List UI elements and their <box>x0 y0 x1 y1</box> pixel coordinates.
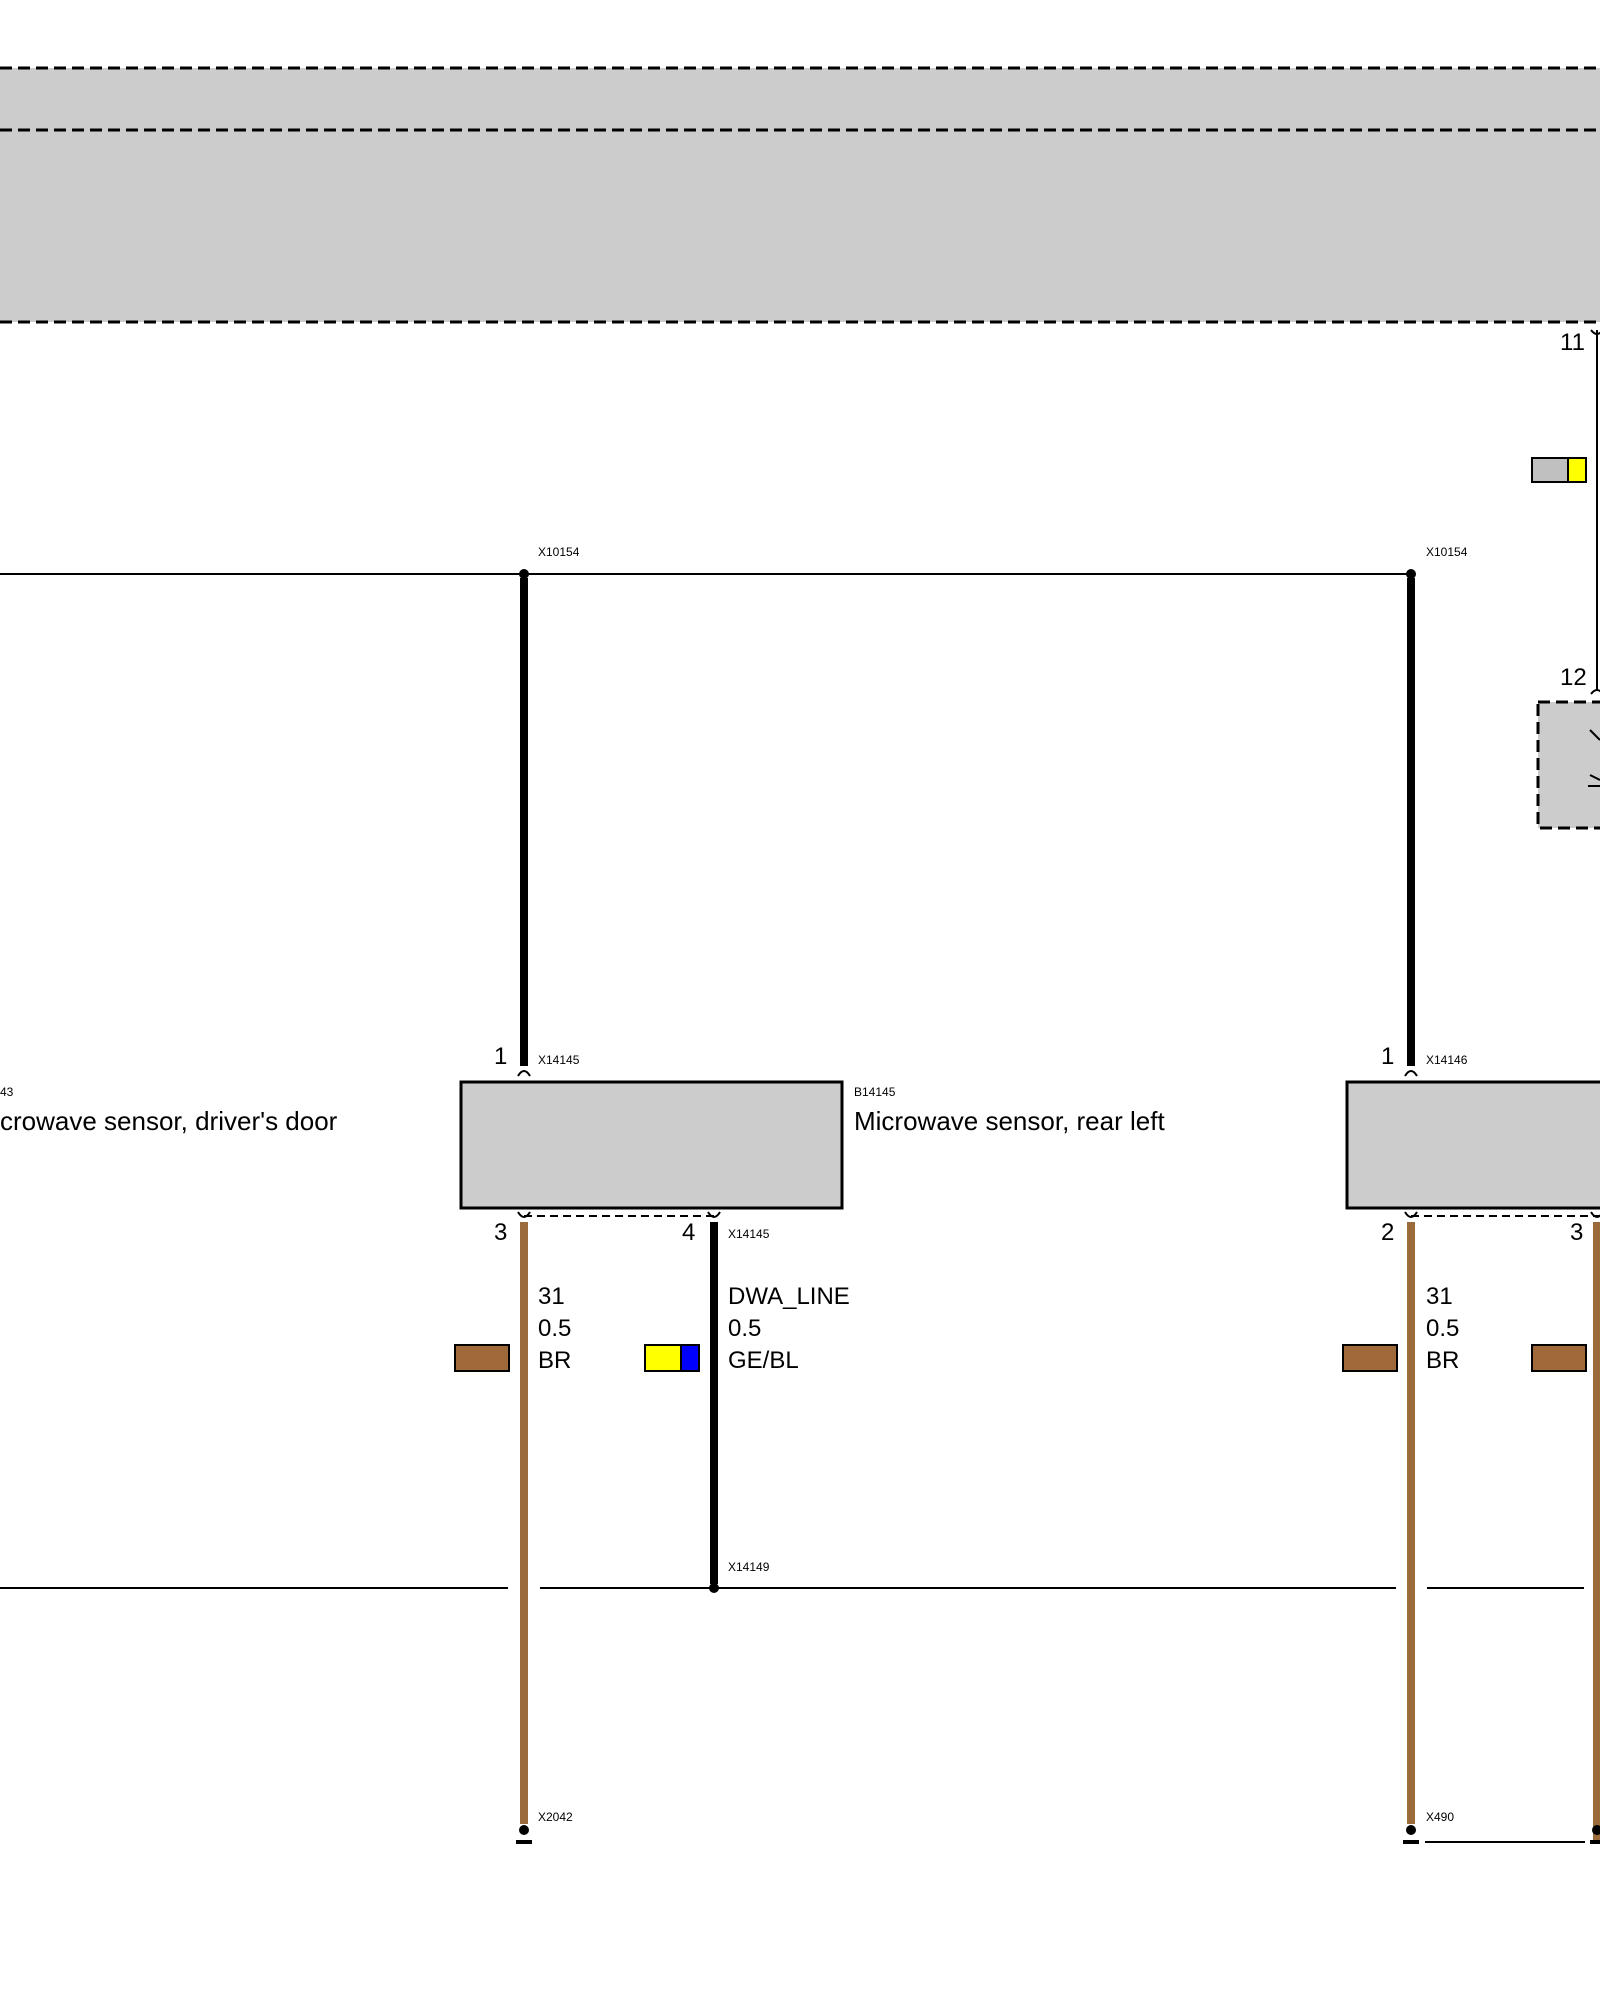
wire-color-swatch-gray <box>1531 457 1569 483</box>
sensor1-pin4-label: 4 <box>682 1219 695 1246</box>
pin11-terminal <box>1590 329 1600 335</box>
wire3-color-code: BR <box>1426 1347 1459 1374</box>
sensor2-pin1-terminal <box>1404 1070 1418 1077</box>
sensor1-pin3-label: 3 <box>494 1219 507 1246</box>
connector-x490: X490 <box>1426 1810 1454 1824</box>
sensor1-pin1-terminal <box>517 1070 531 1077</box>
wire2-size: 0.5 <box>728 1315 761 1342</box>
wire3-signal: 31 <box>1426 1283 1453 1310</box>
pin-11-label: 11 <box>1560 329 1585 356</box>
ground-x490-dot <box>1406 1825 1416 1835</box>
wire1-signal: 31 <box>538 1283 565 1310</box>
connector-x14145-top: X14145 <box>538 1053 580 1067</box>
splice-x10154-b <box>1406 569 1416 579</box>
wire1-size: 0.5 <box>538 1315 571 1342</box>
sensor-rear-left-box <box>459 1080 844 1210</box>
wire2-color-swatch-blue <box>680 1344 700 1372</box>
sensor2-pin3-terminal <box>1590 1211 1600 1218</box>
connector-x14145-bottom: X14145 <box>728 1227 770 1241</box>
sensor1-pin1-label: 1 <box>494 1043 507 1070</box>
wire1-color-code: BR <box>538 1347 571 1374</box>
sensor2-pin3-label: 3 <box>1570 1219 1583 1246</box>
ground-x2042-dot <box>519 1825 529 1835</box>
connector-x14149: X14149 <box>728 1560 770 1574</box>
wire2-color-code: GE/BL <box>728 1347 799 1374</box>
wire2-signal: DWA_LINE <box>728 1283 850 1310</box>
connector-b14145: B14145 <box>854 1085 896 1099</box>
wire3-size: 0.5 <box>1426 1315 1459 1342</box>
small-component-box <box>1536 700 1600 830</box>
connector-x10154-a: X10154 <box>538 545 580 559</box>
sensor-right-box <box>1345 1080 1600 1210</box>
connector-left-partial: 43 <box>0 1085 14 1099</box>
sensor2-pin1-label: 1 <box>1381 1043 1394 1070</box>
splice-x14149 <box>709 1583 719 1593</box>
wire4-color-swatch <box>1531 1344 1587 1372</box>
wire3-color-swatch <box>1342 1344 1398 1372</box>
pin12-terminal <box>1590 689 1600 695</box>
pin-12-label: 12 <box>1560 664 1587 691</box>
wire-color-swatch-yellow <box>1567 457 1587 483</box>
component-left-partial-name: crowave sensor, driver's door <box>0 1106 338 1136</box>
connector-x10154-b: X10154 <box>1426 545 1468 559</box>
sensor2-pin2-label: 2 <box>1381 1219 1394 1246</box>
connector-x14146-top: X14146 <box>1426 1053 1468 1067</box>
control-module-box <box>0 68 1600 322</box>
wire1-color-swatch <box>454 1344 510 1372</box>
sensor-rear-left-name: Microwave sensor, rear left <box>854 1106 1165 1136</box>
splice-x10154-a <box>519 569 529 579</box>
wiring-diagram: 11 12 X10154 X10154 43 crowave sensor, d… <box>0 66 1600 1844</box>
connector-x2042: X2042 <box>538 1810 573 1824</box>
wire2-color-swatch-yellow <box>644 1344 682 1372</box>
